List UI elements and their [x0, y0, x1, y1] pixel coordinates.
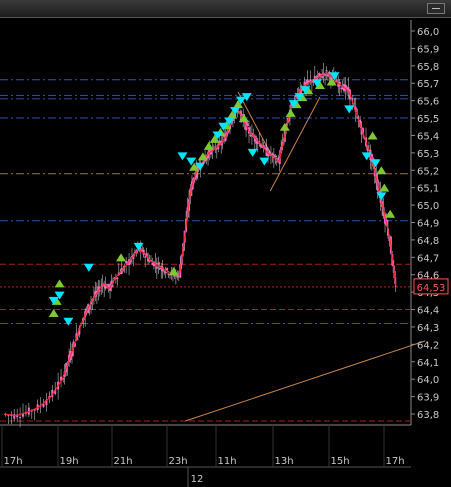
sell-marker: [63, 317, 74, 326]
buy-marker: [279, 122, 290, 131]
candle-body: [155, 266, 158, 269]
y-tick-label: 65,4: [417, 131, 439, 142]
y-tick-label: 65,7: [417, 79, 439, 90]
candle-body: [275, 161, 278, 163]
candle-body: [321, 76, 324, 78]
x-tick-label: 17h: [3, 456, 22, 467]
y-tick-label: 64,1: [417, 358, 439, 369]
x-tick-label: 13h: [274, 456, 293, 467]
last-price-label: 64,53: [417, 283, 446, 294]
sell-marker: [247, 148, 258, 157]
x-tick-label: 11h: [217, 456, 236, 467]
last-price-box: 64,53: [413, 278, 449, 295]
y-tick-label: 66,0: [417, 27, 439, 38]
buy-marker: [48, 309, 59, 318]
x-tick-label: 15h: [330, 456, 349, 467]
y-axis: 66,0 65,9 65,8 65,7 65,6 65,5 65,4 65,3 65,2 65,1…: [410, 20, 439, 425]
x-tick-label: 17h: [385, 456, 404, 467]
y-tick-label: 65,9: [417, 44, 439, 55]
y-tick-label: 64,9: [417, 219, 439, 230]
x-date-label: 12: [191, 474, 204, 485]
buy-marker: [376, 166, 387, 175]
y-tick-label: 64,8: [417, 236, 439, 247]
buy-marker: [285, 108, 296, 117]
y-tick-label: 65,6: [417, 97, 439, 108]
buy-marker: [54, 279, 65, 288]
candle-body: [274, 155, 277, 157]
moving-average-line: [3, 72, 397, 417]
candle-body: [164, 272, 167, 274]
candle-body: [19, 417, 22, 419]
chart-window: 66,0 65,9 65,8 65,7 65,6 65,5 65,4 65,3 65,2 65,1…: [0, 0, 451, 487]
sell-marker: [83, 263, 94, 272]
y-tick-label: 64,2: [417, 340, 439, 351]
y-tick-label: 64,4: [417, 306, 439, 317]
y-tick-label: 63,8: [417, 410, 439, 421]
y-tick-label: 65,0: [417, 201, 439, 212]
y-tick-label: 65,2: [417, 166, 439, 177]
y-tick-label: 65,3: [417, 149, 439, 160]
candle-body: [324, 74, 327, 76]
y-tick-label: 64,3: [417, 323, 439, 334]
trend-line: [185, 340, 426, 422]
candle-body: [157, 262, 160, 265]
candle-body: [144, 256, 147, 258]
x-tick-label: 19h: [59, 456, 78, 467]
y-tick-label: 63,9: [417, 393, 439, 404]
sell-marker: [177, 152, 188, 161]
candle-body: [325, 70, 328, 72]
candle-body: [246, 123, 249, 126]
y-tick-label: 65,8: [417, 62, 439, 73]
buy-marker: [367, 131, 378, 140]
x-tick-label: 23h: [168, 456, 187, 467]
y-tick-label: 65,1: [417, 184, 439, 195]
candlestick-chart: 66,0 65,9 65,8 65,7 65,6 65,5 65,4 65,3 65,2 65,1…: [0, 20, 449, 487]
trend-line: [269, 96, 321, 192]
candle-body: [212, 146, 215, 148]
x-tick-label: 21h: [113, 456, 132, 467]
horizontal-levels: [0, 79, 410, 422]
x-axis: 17h 19h 21h 23h 11h 13h 15h 17h 12: [0, 424, 411, 487]
candle-body: [256, 142, 259, 144]
y-tick-label: 65,5: [417, 114, 439, 125]
y-tick-label: 64,7: [417, 253, 439, 264]
candle-body: [116, 277, 119, 279]
buy-marker: [116, 253, 127, 262]
y-tick-label: 64,0: [417, 375, 439, 386]
